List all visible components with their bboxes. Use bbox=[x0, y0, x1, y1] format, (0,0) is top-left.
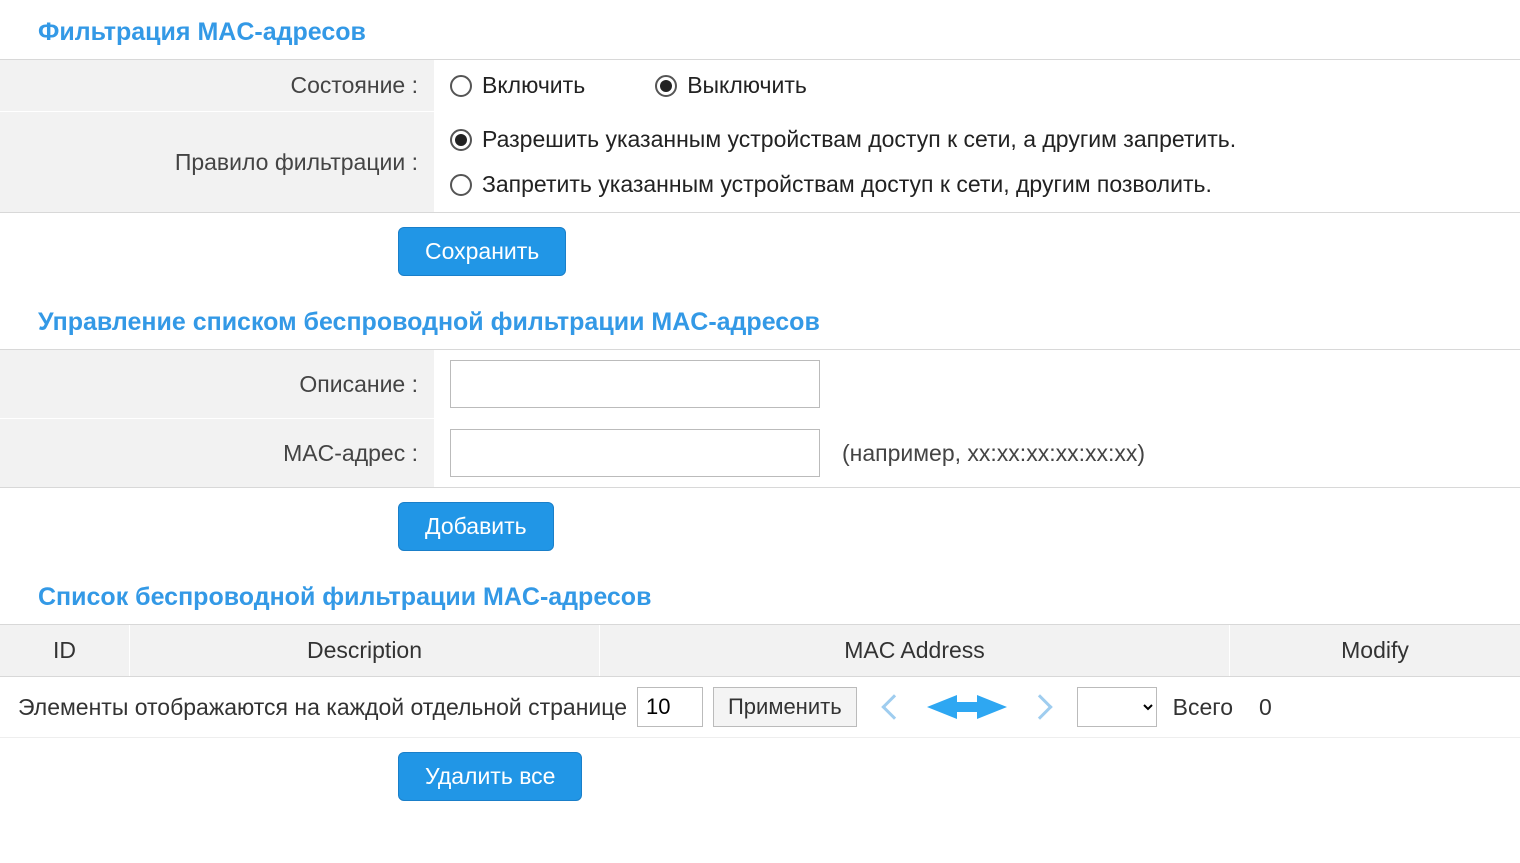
rule-deny-label: Запретить указанным устройствам доступ к… bbox=[482, 171, 1212, 198]
state-label: Состояние : bbox=[0, 60, 434, 111]
pager-nav bbox=[881, 694, 1053, 720]
row-description: Описание : bbox=[0, 350, 1520, 419]
radio-icon bbox=[655, 75, 677, 97]
pager-last-icon[interactable] bbox=[1027, 694, 1053, 720]
add-row: Добавить bbox=[0, 488, 1520, 565]
description-cell bbox=[434, 350, 1520, 418]
state-enable-label: Включить bbox=[482, 72, 585, 99]
page-select[interactable] bbox=[1077, 687, 1157, 727]
delete-all-button[interactable]: Удалить все bbox=[398, 752, 582, 801]
state-options: Включить Выключить bbox=[434, 60, 1520, 111]
col-modify: Modify bbox=[1230, 625, 1520, 676]
row-rule: Правило фильтрации : Разрешить указанным… bbox=[0, 112, 1520, 212]
delete-all-row: Удалить все bbox=[0, 738, 1520, 815]
rule-allow-radio[interactable]: Разрешить указанным устройствам доступ к… bbox=[450, 126, 1236, 153]
description-label: Описание : bbox=[0, 350, 434, 418]
total-count: 0 bbox=[1259, 694, 1272, 721]
rule-deny-radio[interactable]: Запретить указанным устройствам доступ к… bbox=[450, 171, 1212, 198]
section1-form: Состояние : Включить Выключить Правило ф… bbox=[0, 59, 1520, 213]
pager-first-icon[interactable] bbox=[881, 694, 907, 720]
save-button[interactable]: Сохранить bbox=[398, 227, 566, 276]
radio-icon bbox=[450, 174, 472, 196]
radio-icon bbox=[450, 75, 472, 97]
add-button[interactable]: Добавить bbox=[398, 502, 554, 551]
radio-icon bbox=[450, 129, 472, 151]
total-label: Всего bbox=[1173, 694, 1233, 721]
mac-input[interactable] bbox=[450, 429, 820, 477]
apply-button[interactable]: Применить bbox=[713, 687, 857, 727]
mac-cell: (например, xx:xx:xx:xx:xx:xx) bbox=[434, 419, 1520, 487]
rule-allow-label: Разрешить указанным устройствам доступ к… bbox=[482, 126, 1236, 153]
mac-label: MAC-адрес : bbox=[0, 419, 434, 487]
section2-form: Описание : MAC-адрес : (например, xx:xx:… bbox=[0, 349, 1520, 488]
pager-prev-icon[interactable] bbox=[927, 695, 957, 719]
state-enable-radio[interactable]: Включить bbox=[450, 72, 585, 99]
row-state: Состояние : Включить Выключить bbox=[0, 60, 1520, 112]
col-mac: MAC Address bbox=[600, 625, 1230, 676]
rule-options: Разрешить указанным устройствам доступ к… bbox=[434, 112, 1520, 212]
pager-next-icon[interactable] bbox=[977, 695, 1007, 719]
per-page-input[interactable] bbox=[637, 687, 703, 727]
per-page-label: Элементы отображаются на каждой отдельно… bbox=[18, 694, 627, 721]
table-header: ID Description MAC Address Modify bbox=[0, 624, 1520, 677]
mac-hint: (например, xx:xx:xx:xx:xx:xx) bbox=[842, 440, 1145, 467]
row-mac: MAC-адрес : (например, xx:xx:xx:xx:xx:xx… bbox=[0, 419, 1520, 487]
section1-title: Фильтрация MAC-адресов bbox=[0, 0, 1520, 59]
description-input[interactable] bbox=[450, 360, 820, 408]
section2-title: Управление списком беспроводной фильтрац… bbox=[0, 290, 1520, 349]
pager: Элементы отображаются на каждой отдельно… bbox=[0, 677, 1520, 738]
state-disable-label: Выключить bbox=[687, 72, 807, 99]
col-id: ID bbox=[0, 625, 130, 676]
rule-label: Правило фильтрации : bbox=[0, 112, 434, 212]
save-row: Сохранить bbox=[0, 213, 1520, 290]
state-disable-radio[interactable]: Выключить bbox=[655, 72, 807, 99]
col-desc: Description bbox=[130, 625, 600, 676]
section3-title: Список беспроводной фильтрации MAC-адрес… bbox=[0, 565, 1520, 624]
